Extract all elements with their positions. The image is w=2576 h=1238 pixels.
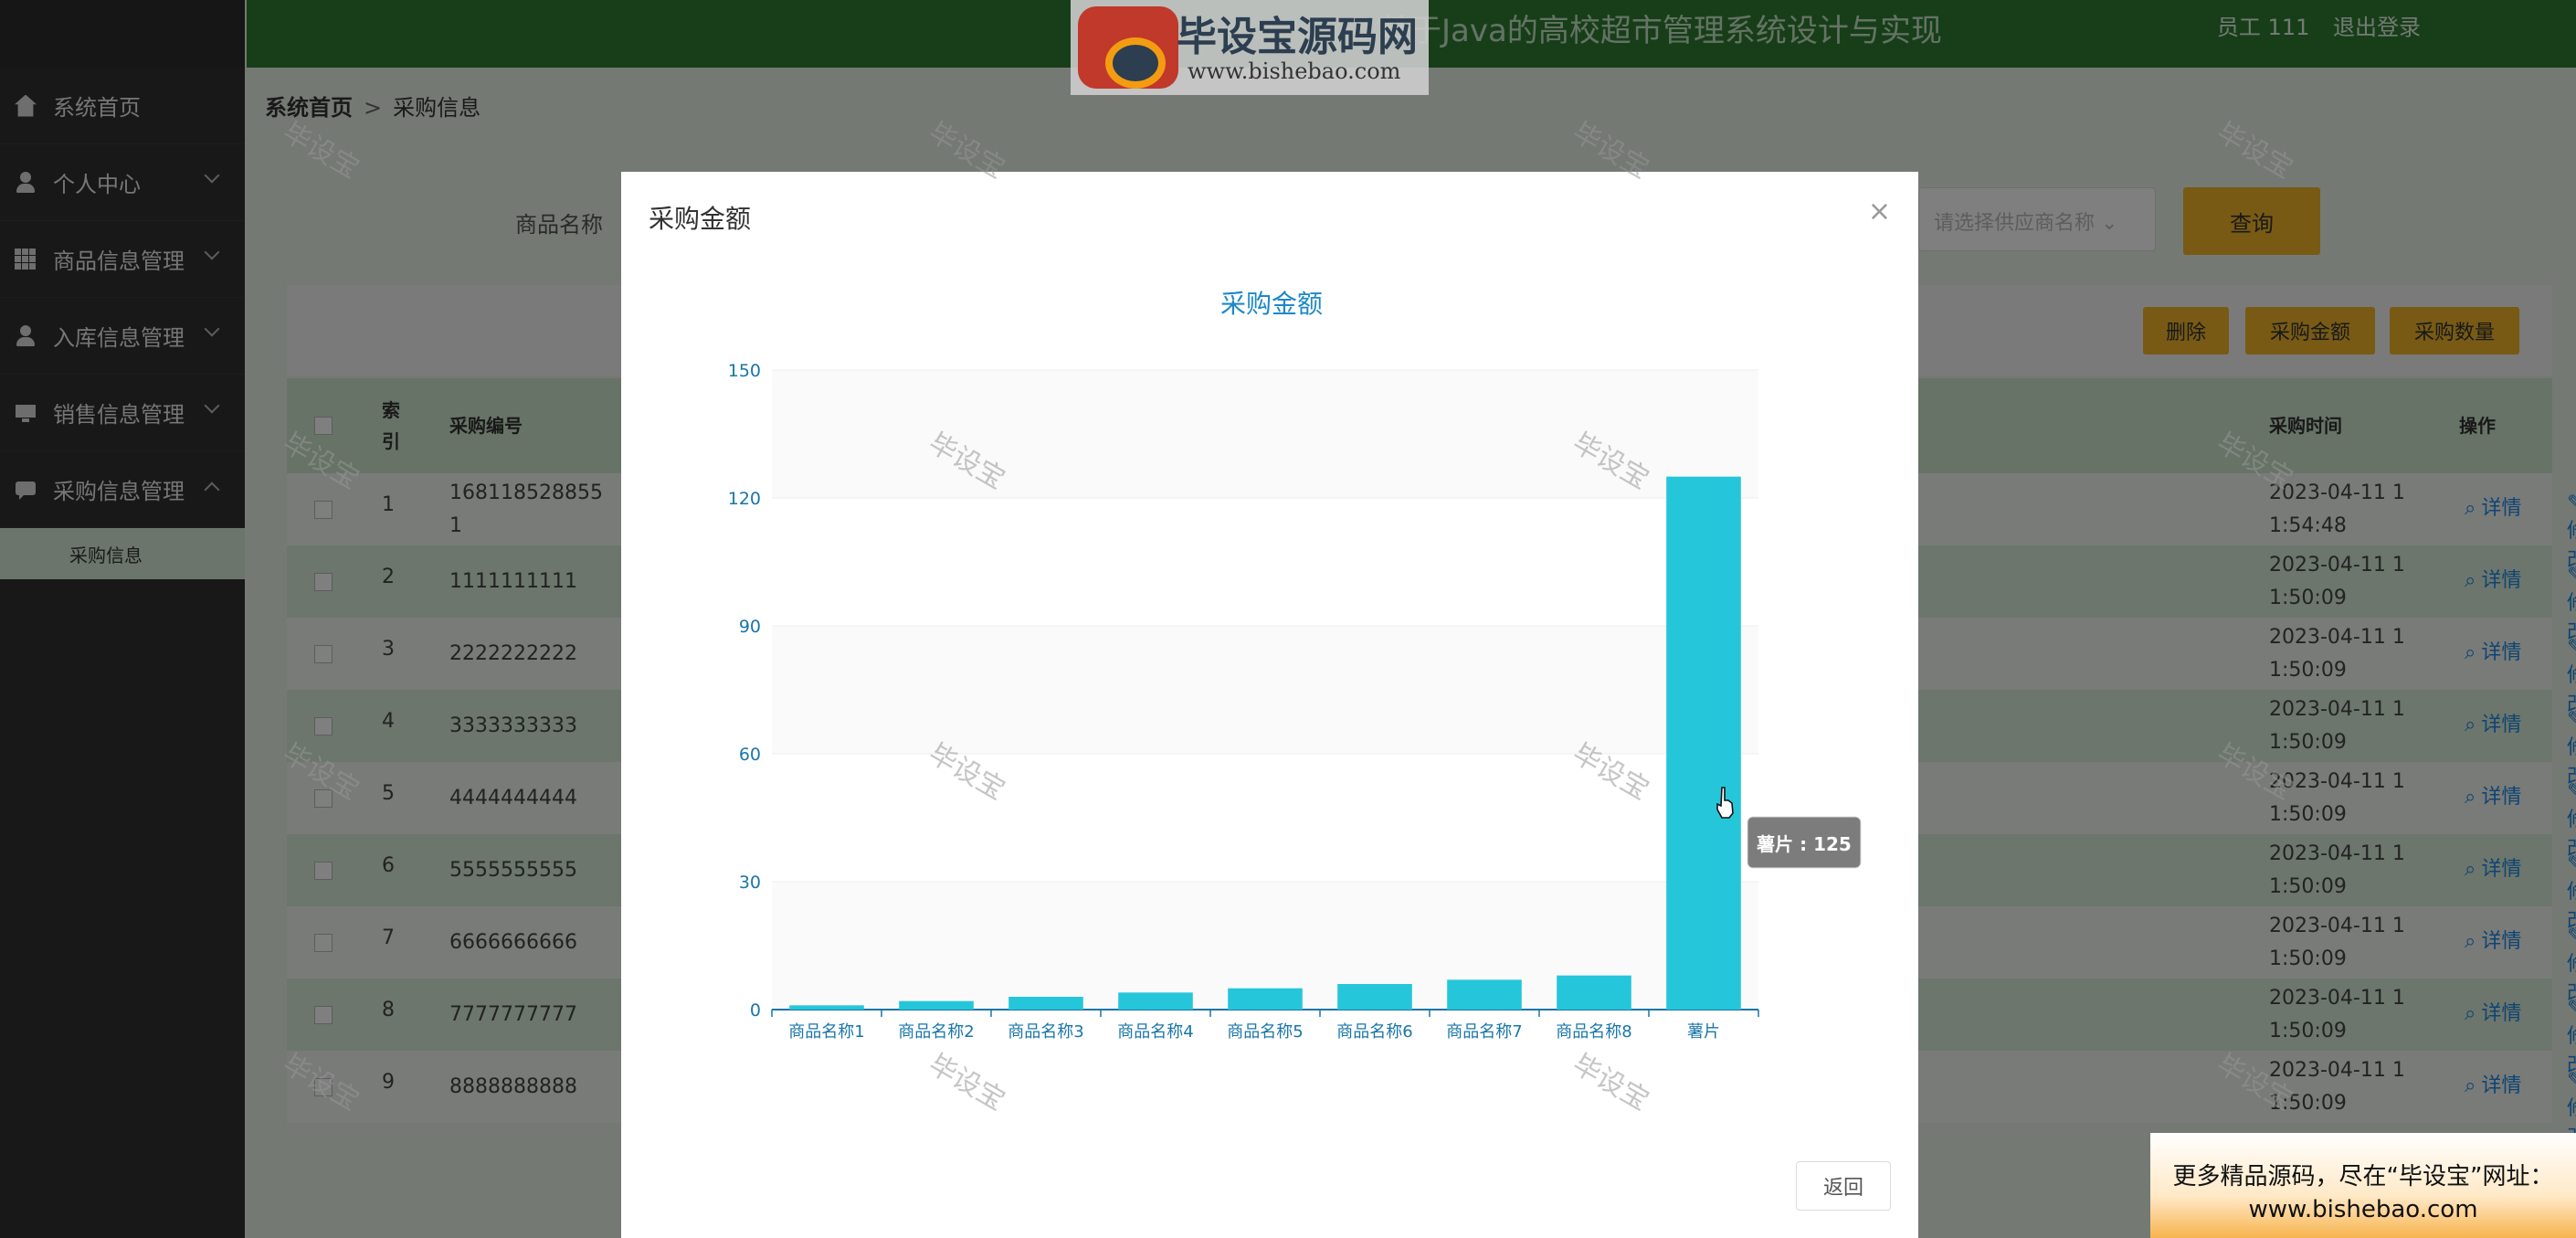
chart-bar — [1666, 476, 1741, 1010]
chart-bar — [1337, 984, 1412, 1010]
y-tick-label: 150 — [728, 361, 761, 381]
purchase-amount-dialog: 采购金额 × 采购金额 0 30 60 90 120 150 商品名称1 商品名称2 商品名称3 商… — [621, 172, 1918, 1238]
y-tick-label: 0 — [750, 1000, 761, 1021]
y-tick-label: 30 — [739, 873, 761, 893]
chart-band — [772, 626, 1758, 754]
x-tick-label: 商品名称1 — [788, 1022, 864, 1042]
chart-tooltip-text: 薯片 : 125 — [1756, 833, 1852, 855]
x-tick-label: 商品名称8 — [1556, 1022, 1631, 1042]
purchase-amount-chart: 采购金额 0 30 60 90 120 150 商品名称1 商品名称2 商品名称3 商品名称4 商品名… — [728, 289, 1862, 1042]
watermark-logo: 毕设宝源码网 www.bishebao.com — [1071, 0, 1429, 95]
y-tick-label: 120 — [728, 489, 761, 509]
chart-bar — [1557, 975, 1631, 1010]
chart-bar — [1228, 988, 1303, 1010]
chart-band — [772, 498, 1758, 626]
y-tick-label: 90 — [739, 617, 761, 637]
x-tick-label: 商品名称4 — [1117, 1022, 1193, 1042]
promo-banner-line1: 更多精品源码，尽在“毕设宝”网址： — [2172, 1163, 2554, 1190]
chart-bar — [789, 1005, 864, 1010]
chart-bar — [1118, 992, 1193, 1010]
chart-bar — [1447, 979, 1522, 1010]
x-tick-label: 薯片 — [1687, 1022, 1720, 1042]
x-tick-label: 商品名称7 — [1446, 1022, 1522, 1042]
x-tick-label: 商品名称2 — [898, 1022, 974, 1042]
watermark-badge-icon — [1078, 6, 1178, 89]
chart-title: 采购金额 — [1220, 289, 1323, 319]
hand-cursor-icon — [1716, 787, 1734, 819]
promo-banner: 更多精品源码，尽在“毕设宝”网址： www.bishebao.com — [2150, 1133, 2576, 1238]
x-tick-label: 商品名称5 — [1227, 1022, 1303, 1042]
x-tick-label: 商品名称6 — [1336, 1022, 1412, 1042]
chart-bar — [1008, 997, 1083, 1010]
chart-bar — [899, 1000, 974, 1010]
return-button[interactable]: 返回 — [1796, 1161, 1891, 1211]
promo-banner-line2: www.bishebao.com — [2248, 1196, 2478, 1223]
watermark-logo-url: www.bishebao.com — [1188, 58, 1401, 84]
y-tick-label: 60 — [739, 745, 761, 765]
watermark-logo-text: 毕设宝源码网 — [1177, 14, 1418, 60]
x-tick-label: 商品名称3 — [1008, 1022, 1083, 1042]
